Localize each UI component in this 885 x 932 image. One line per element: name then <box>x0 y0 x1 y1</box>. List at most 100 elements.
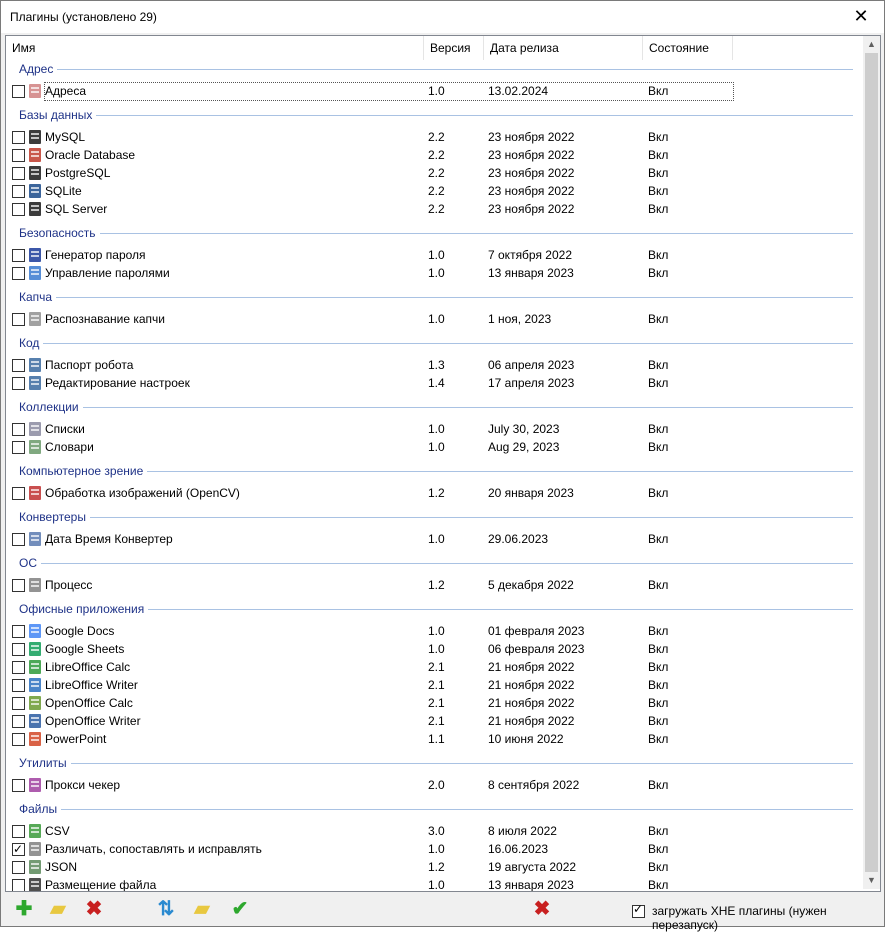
plugin-row[interactable]: OpenOffice Calc 2.1 21 ноября 2022 Вкл <box>6 694 862 712</box>
plugin-checkbox[interactable] <box>12 313 25 326</box>
column-name-header[interactable]: Имя <box>6 36 424 60</box>
plugin-checkbox[interactable] <box>12 487 25 500</box>
plugin-checkbox[interactable] <box>12 825 25 838</box>
group-header[interactable]: Офисные приложения <box>19 601 144 617</box>
plugin-checkbox[interactable] <box>12 149 25 162</box>
scroll-up-arrow-icon[interactable]: ▲ <box>863 36 880 53</box>
plugin-checkbox[interactable] <box>12 85 25 98</box>
plugin-checkbox[interactable] <box>12 879 25 891</box>
plugin-row[interactable]: JSON 1.2 19 августа 2022 Вкл <box>6 858 862 876</box>
group-header[interactable]: Утилиты <box>19 755 67 771</box>
plugin-state: Вкл <box>648 860 669 874</box>
group-header[interactable]: Компьютерное зрение <box>19 463 143 479</box>
plugin-name: Управление паролями <box>45 266 170 280</box>
plugin-row[interactable]: Oracle Database 2.2 23 ноября 2022 Вкл <box>6 146 862 164</box>
column-version-header[interactable]: Версия <box>424 36 484 60</box>
plugin-checkbox[interactable] <box>12 733 25 746</box>
plugin-checkbox[interactable] <box>12 377 25 390</box>
json-icon <box>27 859 43 875</box>
plugin-row[interactable]: LibreOffice Writer 2.1 21 ноября 2022 Вкл <box>6 676 862 694</box>
plugin-version: 2.1 <box>428 660 445 674</box>
plugin-release-date: Aug 29, 2023 <box>488 440 560 454</box>
plugin-checkbox[interactable] <box>12 779 25 792</box>
plugin-row[interactable]: Управление паролями 1.0 13 января 2023 Вкл <box>6 264 862 282</box>
plugin-row[interactable]: Генератор пароля 1.0 7 октября 2022 Вкл <box>6 246 862 264</box>
plugin-name: Размещение файла <box>45 878 157 892</box>
plugin-row[interactable]: Google Sheets 1.0 06 февраля 2023 Вкл <box>6 640 862 658</box>
plugin-checkbox[interactable] <box>12 441 25 454</box>
plugin-row[interactable]: Различать, сопоставлять и исправлять 1.0 1… <box>6 840 862 858</box>
group-header[interactable]: Файлы <box>19 801 57 817</box>
plugin-checkbox[interactable] <box>12 679 25 692</box>
plugin-row[interactable]: Размещение файла 1.0 13 января 2023 Вкл <box>6 876 862 892</box>
group-header[interactable]: Код <box>19 335 39 351</box>
plugin-row[interactable]: Распознавание капчи 1.0 1 ноя, 2023 Вкл <box>6 310 862 328</box>
address-icon <box>27 83 43 99</box>
remove-file-icon[interactable]: ✖ <box>531 898 553 920</box>
plugin-row[interactable]: Google Docs 1.0 01 февраля 2023 Вкл <box>6 622 862 640</box>
plugin-row[interactable]: Паспорт робота 1.3 06 апреля 2023 Вкл <box>6 356 862 374</box>
scroll-down-arrow-icon[interactable]: ▼ <box>863 872 880 889</box>
import-plugin-icon[interactable]: ▰ <box>47 898 69 920</box>
plugin-checkbox[interactable] <box>12 359 25 372</box>
group-header[interactable]: Безопасность <box>19 225 96 241</box>
plugin-name: Паспорт робота <box>45 358 134 372</box>
plugin-checkbox[interactable] <box>12 167 25 180</box>
vertical-scrollbar[interactable]: ▲ ▼ <box>863 36 880 889</box>
group-header[interactable]: ОС <box>19 555 37 571</box>
group-header[interactable]: Капча <box>19 289 52 305</box>
close-icon[interactable]: ✕ <box>838 1 884 33</box>
plugin-row[interactable]: PowerPoint 1.1 10 июня 2022 Вкл <box>6 730 862 748</box>
plugin-checkbox[interactable] <box>12 697 25 710</box>
plugin-checkbox[interactable] <box>12 267 25 280</box>
plugin-checkbox[interactable] <box>12 423 25 436</box>
plugin-row[interactable]: Списки 1.0 July 30, 2023 Вкл <box>6 420 862 438</box>
plugin-row[interactable]: OpenOffice Writer 2.1 21 ноября 2022 Вкл <box>6 712 862 730</box>
plugin-checkbox[interactable] <box>12 840 25 858</box>
load-xhe-plugins-checkbox[interactable] <box>632 902 645 918</box>
plugin-checkbox[interactable] <box>12 203 25 216</box>
plugin-name: Распознавание капчи <box>45 312 166 326</box>
plugin-row[interactable]: LibreOffice Calc 2.1 21 ноября 2022 Вкл <box>6 658 862 676</box>
load-xhe-plugins-label: загружать XHE плагины (нужен перезапуск) <box>652 904 827 932</box>
plugin-state: Вкл <box>648 248 669 262</box>
delete-plugin-icon[interactable]: ✖ <box>83 898 105 920</box>
plugin-checkbox[interactable] <box>12 625 25 638</box>
plugin-row[interactable]: MySQL 2.2 23 ноября 2022 Вкл <box>6 128 862 146</box>
plugin-row[interactable]: CSV 3.0 8 июля 2022 Вкл <box>6 822 862 840</box>
plugin-row[interactable]: Обработка изображений (OpenCV) 1.2 20 янва… <box>6 484 862 502</box>
plugin-checkbox[interactable] <box>12 661 25 674</box>
plugin-row[interactable]: Процесс 1.2 5 декабря 2022 Вкл <box>6 576 862 594</box>
folder-icon[interactable]: ▰ <box>191 898 213 920</box>
refresh-icon[interactable]: ⇅ <box>155 898 177 920</box>
plugin-checkbox[interactable] <box>12 249 25 262</box>
plugin-release-date: 13 января 2023 <box>488 266 574 280</box>
plugin-release-date: 21 ноября 2022 <box>488 660 575 674</box>
plugin-row[interactable]: Редактирование настроек 1.4 17 апреля 2023… <box>6 374 862 392</box>
plugin-row[interactable]: Прокси чекер 2.0 8 сентября 2022 Вкл <box>6 776 862 794</box>
group-header[interactable]: Конвертеры <box>19 509 86 525</box>
group-header[interactable]: Коллекции <box>19 399 79 415</box>
plugin-row[interactable]: SQLite 2.2 23 ноября 2022 Вкл <box>6 182 862 200</box>
plugin-row[interactable]: Дата Время Конвертер 1.0 29.06.2023 Вкл <box>6 530 862 548</box>
apply-icon[interactable]: ✔ <box>229 898 251 920</box>
plugin-row[interactable]: Словари 1.0 Aug 29, 2023 Вкл <box>6 438 862 456</box>
plugin-row[interactable]: SQL Server 2.2 23 ноября 2022 Вкл <box>6 200 862 218</box>
column-date-header[interactable]: Дата релиза <box>484 36 643 60</box>
plugin-checkbox[interactable] <box>12 861 25 874</box>
plugins-list[interactable]: Имя Версия Дата релиза Состояние Адрес Ад… <box>5 35 881 892</box>
plugin-checkbox[interactable] <box>12 643 25 656</box>
plugin-row[interactable]: Адреса 1.0 13.02.2024 Вкл <box>6 82 862 101</box>
plugin-checkbox[interactable] <box>12 185 25 198</box>
plugin-row[interactable]: PostgreSQL 2.2 23 ноября 2022 Вкл <box>6 164 862 182</box>
plugin-checkbox[interactable] <box>12 715 25 728</box>
plugin-state: Вкл <box>648 732 669 746</box>
scroll-thumb[interactable] <box>865 53 878 872</box>
plugin-checkbox[interactable] <box>12 131 25 144</box>
add-plugin-icon[interactable]: ✚ <box>13 898 35 920</box>
plugin-checkbox[interactable] <box>12 579 25 592</box>
group-header[interactable]: Базы данных <box>19 107 92 123</box>
plugin-checkbox[interactable] <box>12 533 25 546</box>
group-header[interactable]: Адрес <box>19 61 53 77</box>
column-state-header[interactable]: Состояние <box>643 36 733 60</box>
